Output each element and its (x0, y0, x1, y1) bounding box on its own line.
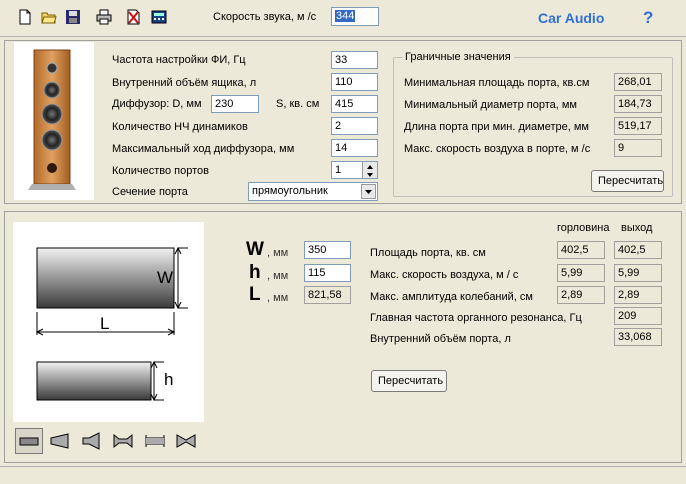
woofer-count-label: Количество НЧ динамиков (112, 121, 248, 133)
port-section-select[interactable]: прямоугольник (248, 182, 378, 201)
limits-title: Граничные значения (402, 51, 514, 63)
horn-port-icon[interactable] (78, 428, 106, 454)
amplitude-label: Макс. амплитуда колебаний, см (370, 291, 533, 303)
box-volume-label: Внутренний объём ящика, л (112, 77, 257, 89)
min-port-diameter-value: 184,73 (614, 95, 662, 113)
port-count-label: Количество портов (112, 165, 209, 177)
port-area-throat: 402,5 (557, 241, 605, 259)
width-letter: W (246, 239, 264, 260)
port-length-label: Длина порта при мин. диаметре, мм (404, 121, 589, 133)
height-unit: , мм (267, 270, 289, 282)
help-icon[interactable]: ? (643, 8, 653, 28)
spinner-up-button[interactable] (362, 162, 377, 170)
woofer-count-input[interactable]: 2 (331, 117, 378, 135)
diagram-h-label: h (164, 370, 174, 389)
port-area-exit: 402,5 (614, 241, 662, 259)
resonance-value: 209 (614, 307, 662, 325)
sound-speed-input[interactable]: 344 (331, 7, 379, 26)
port-length-output: 821,58 (304, 286, 351, 304)
diaphragm-area-input[interactable]: 415 (331, 95, 378, 113)
double-flare-port-icon[interactable] (141, 428, 169, 454)
diagram-l-label: L (100, 314, 110, 333)
chevron-down-icon[interactable] (361, 184, 376, 199)
flared-port-icon[interactable] (109, 428, 137, 454)
port-diagram: W L h (13, 222, 204, 422)
tuning-frequency-input[interactable]: 33 (331, 51, 378, 69)
cone-port-icon[interactable] (46, 428, 74, 454)
status-bar (0, 466, 686, 484)
port-area-label: Площадь порта, кв. см (370, 247, 486, 259)
max-excursion-input[interactable]: 14 (331, 139, 378, 157)
air-speed-throat: 5,99 (557, 264, 605, 282)
port-height-input[interactable]: 115 (304, 264, 351, 282)
sound-speed-value: 344 (335, 10, 356, 22)
spinner-down-button[interactable] (362, 170, 377, 178)
port-section-value: прямоугольник (252, 185, 328, 197)
amplitude-throat: 2,89 (557, 286, 605, 304)
length-unit: , мм (267, 292, 289, 304)
save-icon[interactable] (65, 9, 81, 25)
air-speed-exit: 5,99 (614, 264, 662, 282)
air-speed-label: Макс. скорость воздуха, м / с (370, 269, 519, 281)
bowtie-port-icon[interactable] (172, 428, 200, 454)
diaphragm-area-label: S, кв. см (276, 98, 320, 110)
port-inner-volume-value: 33,068 (614, 328, 662, 346)
max-air-speed-value: 9 (614, 139, 662, 157)
box-volume-input[interactable]: 110 (331, 73, 378, 91)
tuning-frequency-label: Частота настройки ФИ, Гц (112, 54, 246, 66)
delete-icon[interactable] (125, 9, 141, 25)
max-air-speed-label: Макс. скорость воздуха в порте, м /с (404, 143, 591, 155)
speaker-image (14, 42, 94, 200)
rectangle-port-icon[interactable] (15, 428, 43, 454)
port-section-label: Сечение порта (112, 186, 188, 198)
min-port-diameter-label: Минимальный диаметр порта, мм (404, 99, 577, 111)
brand-label: Car Audio (538, 10, 605, 26)
diagram-w-label: W (157, 268, 174, 287)
port-recalculate-button[interactable]: Пересчитать (371, 370, 447, 392)
sound-speed-label: Скорость звука, м /с (213, 11, 317, 23)
width-unit: , мм (267, 247, 289, 259)
port-count-spinner[interactable]: 1 (331, 161, 378, 179)
port-length-value: 519,17 (614, 117, 662, 135)
diaphragm-diameter-input[interactable]: 230 (211, 95, 259, 113)
open-folder-icon[interactable] (41, 9, 57, 25)
port-inner-volume-label: Внутренний объём порта, л (370, 333, 511, 345)
length-letter: L (249, 284, 261, 305)
port-width-input[interactable]: 350 (304, 241, 351, 259)
exit-column-header: выход (621, 222, 653, 234)
limits-recalculate-button[interactable]: Пересчитать (591, 170, 664, 192)
throat-column-header: горловина (557, 222, 610, 234)
print-icon[interactable] (96, 9, 112, 25)
height-letter: h (249, 262, 261, 283)
new-file-icon[interactable] (17, 9, 33, 25)
min-port-area-label: Минимальная площадь порта, кв.см (404, 77, 590, 89)
resonance-label: Главная частота органного резонанса, Гц (370, 312, 582, 324)
amplitude-exit: 2,89 (614, 286, 662, 304)
max-excursion-label: Максимальный ход диффузора, мм (112, 143, 295, 155)
port-count-value: 1 (335, 164, 342, 176)
diaphragm-diameter-label: Диффузор: D, мм (112, 98, 202, 110)
calculator-icon[interactable] (151, 9, 167, 25)
min-port-area-value: 268,01 (614, 73, 662, 91)
